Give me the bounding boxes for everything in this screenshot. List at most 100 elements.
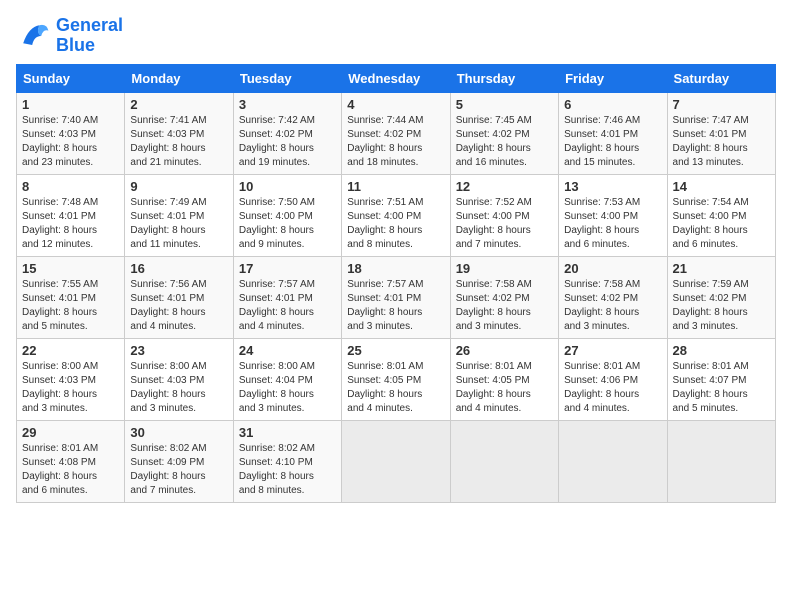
calendar-day-header: Wednesday [342, 64, 450, 92]
day-info: Sunrise: 8:02 AM Sunset: 4:09 PM Dayligh… [130, 442, 227, 498]
day-info: Sunrise: 7:54 AM Sunset: 4:00 PM Dayligh… [673, 196, 770, 252]
day-info: Sunrise: 7:50 AM Sunset: 4:00 PM Dayligh… [239, 196, 336, 252]
day-number: 23 [130, 343, 227, 358]
calendar-week-row: 8 Sunrise: 7:48 AM Sunset: 4:01 PM Daylig… [17, 174, 776, 256]
day-number: 2 [130, 97, 227, 112]
calendar-day-header: Tuesday [233, 64, 341, 92]
day-number: 21 [673, 261, 770, 276]
calendar-week-row: 1Sunrise: 7:40 AM Sunset: 4:03 PM Daylig… [17, 92, 776, 174]
day-info: Sunrise: 7:56 AM Sunset: 4:01 PM Dayligh… [130, 278, 227, 334]
calendar-cell: 31 Sunrise: 8:02 AM Sunset: 4:10 PM Dayli… [233, 420, 341, 502]
calendar-cell: 16 Sunrise: 7:56 AM Sunset: 4:01 PM Dayli… [125, 256, 233, 338]
day-info: Sunrise: 8:02 AM Sunset: 4:10 PM Dayligh… [239, 442, 336, 498]
day-info: Sunrise: 7:44 AM Sunset: 4:02 PM Dayligh… [347, 114, 444, 170]
calendar-cell: 30 Sunrise: 8:02 AM Sunset: 4:09 PM Dayli… [125, 420, 233, 502]
day-number: 13 [564, 179, 661, 194]
day-number: 5 [456, 97, 553, 112]
calendar-cell: 10 Sunrise: 7:50 AM Sunset: 4:00 PM Dayli… [233, 174, 341, 256]
day-number: 1 [22, 97, 119, 112]
day-number: 31 [239, 425, 336, 440]
calendar-cell: 21 Sunrise: 7:59 AM Sunset: 4:02 PM Dayli… [667, 256, 775, 338]
calendar-cell: 20 Sunrise: 7:58 AM Sunset: 4:02 PM Dayli… [559, 256, 667, 338]
day-number: 14 [673, 179, 770, 194]
calendar-cell: 2 Sunrise: 7:41 AM Sunset: 4:03 PM Daylig… [125, 92, 233, 174]
day-info: Sunrise: 8:00 AM Sunset: 4:03 PM Dayligh… [130, 360, 227, 416]
day-number: 4 [347, 97, 444, 112]
day-info: Sunrise: 7:41 AM Sunset: 4:03 PM Dayligh… [130, 114, 227, 170]
day-number: 22 [22, 343, 119, 358]
day-info: Sunrise: 7:58 AM Sunset: 4:02 PM Dayligh… [564, 278, 661, 334]
day-number: 12 [456, 179, 553, 194]
day-info: Sunrise: 8:01 AM Sunset: 4:05 PM Dayligh… [347, 360, 444, 416]
day-number: 7 [673, 97, 770, 112]
day-number: 30 [130, 425, 227, 440]
calendar-cell: 13Sunrise: 7:53 AM Sunset: 4:00 PM Dayli… [559, 174, 667, 256]
day-number: 29 [22, 425, 119, 440]
day-info: Sunrise: 7:59 AM Sunset: 4:02 PM Dayligh… [673, 278, 770, 334]
day-number: 16 [130, 261, 227, 276]
day-number: 15 [22, 261, 119, 276]
calendar-cell: 5 Sunrise: 7:45 AM Sunset: 4:02 PM Daylig… [450, 92, 558, 174]
day-info: Sunrise: 7:45 AM Sunset: 4:02 PM Dayligh… [456, 114, 553, 170]
calendar-day-header: Thursday [450, 64, 558, 92]
day-info: Sunrise: 8:01 AM Sunset: 4:06 PM Dayligh… [564, 360, 661, 416]
day-info: Sunrise: 7:47 AM Sunset: 4:01 PM Dayligh… [673, 114, 770, 170]
day-info: Sunrise: 7:48 AM Sunset: 4:01 PM Dayligh… [22, 196, 119, 252]
calendar-cell: 14 Sunrise: 7:54 AM Sunset: 4:00 PM Dayli… [667, 174, 775, 256]
day-number: 20 [564, 261, 661, 276]
day-number: 10 [239, 179, 336, 194]
calendar-cell: 19 Sunrise: 7:58 AM Sunset: 4:02 PM Dayli… [450, 256, 558, 338]
calendar-week-row: 29Sunrise: 8:01 AM Sunset: 4:08 PM Dayli… [17, 420, 776, 502]
day-number: 24 [239, 343, 336, 358]
calendar-cell: 28 Sunrise: 8:01 AM Sunset: 4:07 PM Dayli… [667, 338, 775, 420]
calendar-day-header: Sunday [17, 64, 125, 92]
calendar-cell: 25Sunrise: 8:01 AM Sunset: 4:05 PM Dayli… [342, 338, 450, 420]
day-info: Sunrise: 7:46 AM Sunset: 4:01 PM Dayligh… [564, 114, 661, 170]
calendar-day-header: Saturday [667, 64, 775, 92]
day-info: Sunrise: 7:49 AM Sunset: 4:01 PM Dayligh… [130, 196, 227, 252]
calendar-table: SundayMondayTuesdayWednesdayThursdayFrid… [16, 64, 776, 503]
day-info: Sunrise: 8:01 AM Sunset: 4:07 PM Dayligh… [673, 360, 770, 416]
calendar-cell: 12 Sunrise: 7:52 AM Sunset: 4:00 PM Dayli… [450, 174, 558, 256]
logo-icon [16, 18, 52, 54]
calendar-cell: 9 Sunrise: 7:49 AM Sunset: 4:01 PM Daylig… [125, 174, 233, 256]
day-number: 18 [347, 261, 444, 276]
day-info: Sunrise: 7:55 AM Sunset: 4:01 PM Dayligh… [22, 278, 119, 334]
calendar-day-header: Monday [125, 64, 233, 92]
calendar-cell: 26 Sunrise: 8:01 AM Sunset: 4:05 PM Dayli… [450, 338, 558, 420]
day-number: 8 [22, 179, 119, 194]
calendar-cell [667, 420, 775, 502]
calendar-cell: 8 Sunrise: 7:48 AM Sunset: 4:01 PM Daylig… [17, 174, 125, 256]
calendar-cell [450, 420, 558, 502]
day-number: 19 [456, 261, 553, 276]
day-number: 6 [564, 97, 661, 112]
calendar-day-header: Friday [559, 64, 667, 92]
calendar-cell: 18 Sunrise: 7:57 AM Sunset: 4:01 PM Dayli… [342, 256, 450, 338]
day-info: Sunrise: 7:52 AM Sunset: 4:00 PM Dayligh… [456, 196, 553, 252]
calendar-cell: 24 Sunrise: 8:00 AM Sunset: 4:04 PM Dayli… [233, 338, 341, 420]
day-info: Sunrise: 8:00 AM Sunset: 4:03 PM Dayligh… [22, 360, 119, 416]
day-number: 17 [239, 261, 336, 276]
day-number: 11 [347, 179, 444, 194]
calendar-cell: 6 Sunrise: 7:46 AM Sunset: 4:01 PM Daylig… [559, 92, 667, 174]
calendar-cell: 1Sunrise: 7:40 AM Sunset: 4:03 PM Daylig… [17, 92, 125, 174]
calendar-week-row: 22 Sunrise: 8:00 AM Sunset: 4:03 PM Dayli… [17, 338, 776, 420]
calendar-cell: 23 Sunrise: 8:00 AM Sunset: 4:03 PM Dayli… [125, 338, 233, 420]
day-number: 26 [456, 343, 553, 358]
logo-text: General Blue [56, 16, 123, 56]
day-number: 27 [564, 343, 661, 358]
calendar-cell: 3Sunrise: 7:42 AM Sunset: 4:02 PM Daylig… [233, 92, 341, 174]
calendar-cell: 4 Sunrise: 7:44 AM Sunset: 4:02 PM Daylig… [342, 92, 450, 174]
calendar-cell [342, 420, 450, 502]
calendar-cell [559, 420, 667, 502]
day-info: Sunrise: 7:57 AM Sunset: 4:01 PM Dayligh… [347, 278, 444, 334]
calendar-cell: 15 Sunrise: 7:55 AM Sunset: 4:01 PM Dayli… [17, 256, 125, 338]
day-number: 9 [130, 179, 227, 194]
day-info: Sunrise: 8:01 AM Sunset: 4:05 PM Dayligh… [456, 360, 553, 416]
calendar-cell: 22 Sunrise: 8:00 AM Sunset: 4:03 PM Dayli… [17, 338, 125, 420]
calendar-week-row: 15 Sunrise: 7:55 AM Sunset: 4:01 PM Dayli… [17, 256, 776, 338]
day-info: Sunrise: 7:58 AM Sunset: 4:02 PM Dayligh… [456, 278, 553, 334]
day-number: 28 [673, 343, 770, 358]
day-info: Sunrise: 8:00 AM Sunset: 4:04 PM Dayligh… [239, 360, 336, 416]
page-header: General Blue [16, 16, 776, 56]
